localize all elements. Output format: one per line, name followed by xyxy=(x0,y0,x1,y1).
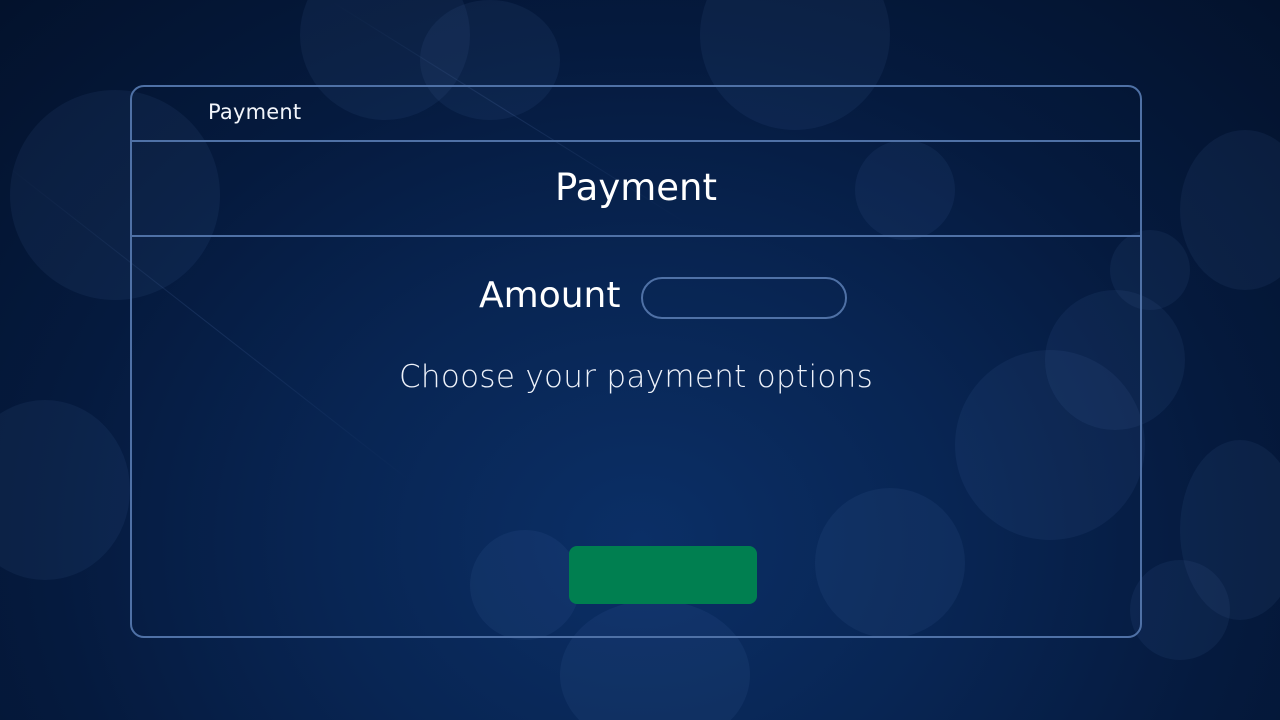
payment-window: Payment Payment Amount Choose your payme… xyxy=(130,85,1142,638)
amount-input[interactable] xyxy=(641,277,847,319)
window-titlebar: Payment xyxy=(132,87,1140,142)
bokeh-circle xyxy=(1180,130,1280,290)
bokeh-circle xyxy=(1130,560,1230,660)
submit-payment-button[interactable] xyxy=(569,546,757,604)
bokeh-circle xyxy=(1180,440,1280,620)
amount-label: Amount xyxy=(479,275,621,316)
window-title: Payment xyxy=(208,100,302,124)
page-title: Payment xyxy=(555,166,717,209)
page-header: Payment xyxy=(132,142,1140,237)
bokeh-circle xyxy=(0,400,130,580)
payment-options-instructions: Choose your payment options xyxy=(398,359,874,395)
